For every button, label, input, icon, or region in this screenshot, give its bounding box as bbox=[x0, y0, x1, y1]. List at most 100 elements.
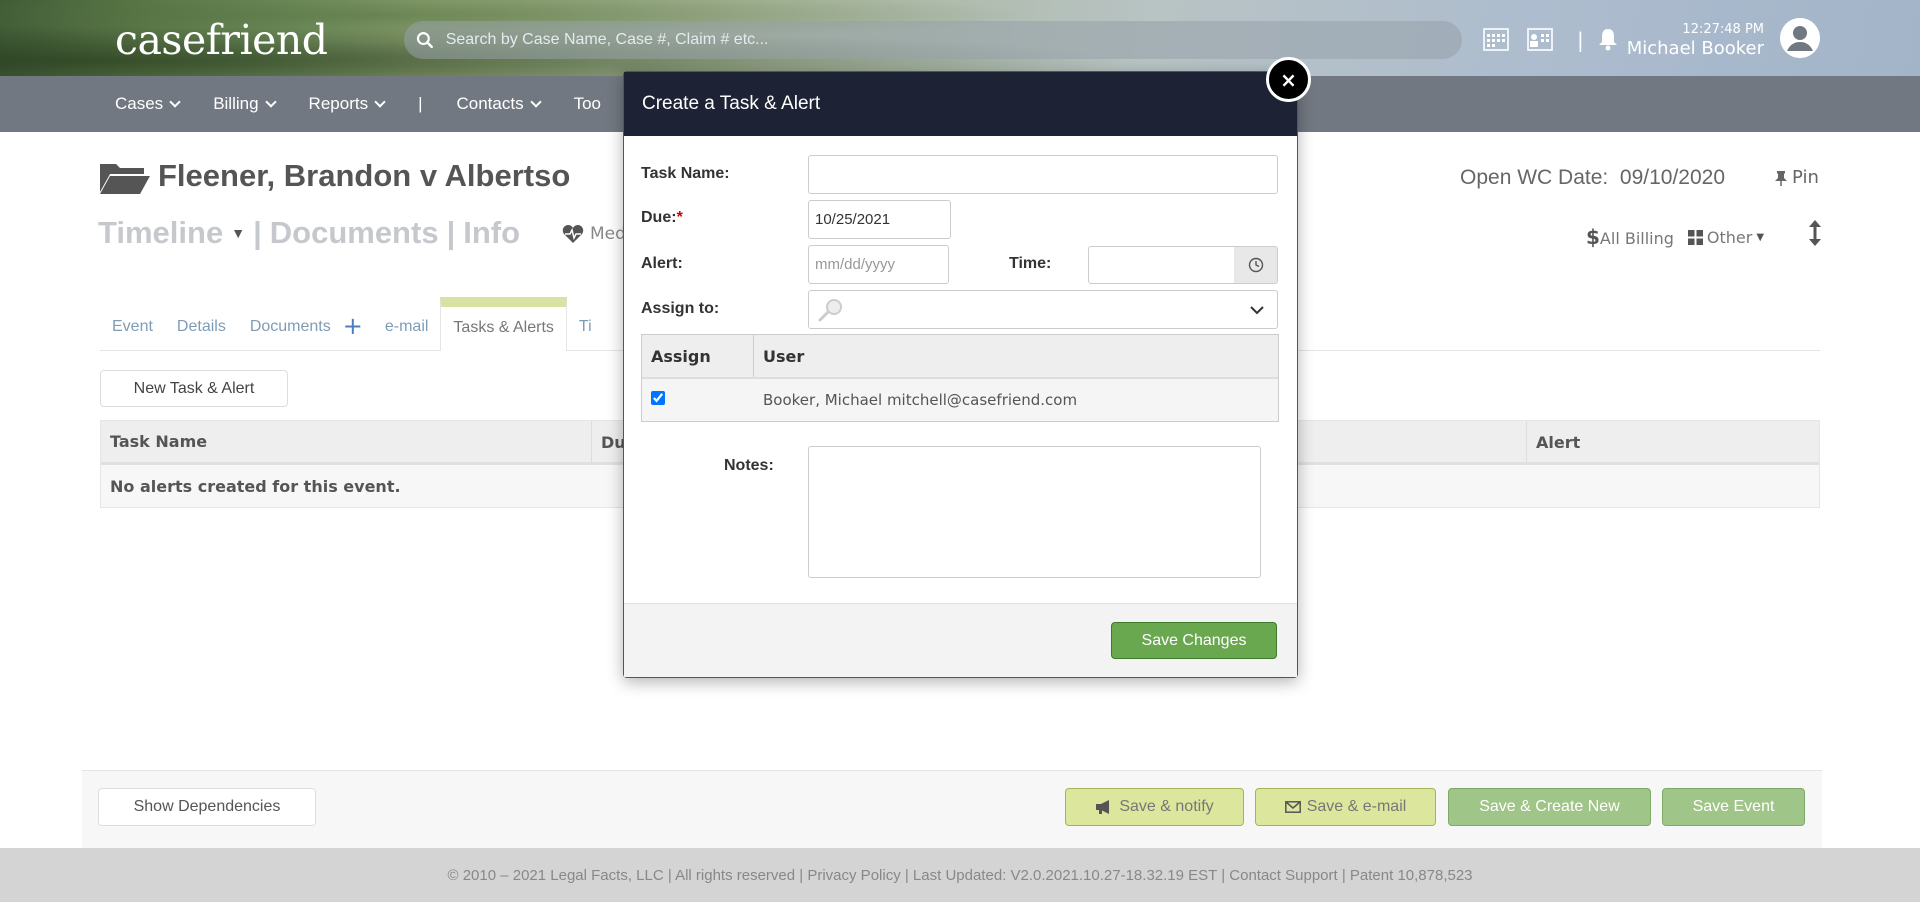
nav-cases-label: Cases bbox=[115, 94, 164, 113]
task-name-label: Task Name: bbox=[641, 165, 730, 182]
calendar-icon[interactable] bbox=[1482, 26, 1510, 52]
all-billing-label: All Billing bbox=[1599, 229, 1674, 248]
bullhorn-icon bbox=[1096, 800, 1110, 814]
top-header: casefriend | 12:27:48 PM Michael Booker bbox=[0, 0, 1920, 76]
save-event-button[interactable]: Save Event bbox=[1662, 788, 1805, 826]
vertical-arrows-icon[interactable] bbox=[1808, 220, 1822, 246]
open-wc-date: Open WC Date: 09/10/2020 bbox=[1460, 166, 1725, 190]
save-create-new-button[interactable]: Save & Create New bbox=[1448, 788, 1651, 826]
tab-tasks-alerts[interactable]: Tasks & Alerts bbox=[440, 297, 567, 351]
heartbeat-icon bbox=[562, 225, 584, 243]
subnav-separator: | bbox=[446, 215, 456, 250]
tab-ti[interactable]: Ti bbox=[567, 318, 604, 350]
global-search[interactable] bbox=[404, 21, 1462, 59]
nav-separator: | bbox=[418, 94, 422, 114]
caret-down-icon: ▼ bbox=[1756, 231, 1765, 243]
nav-contacts-label: Contacts bbox=[456, 94, 524, 113]
nav-tools[interactable]: Too bbox=[574, 94, 601, 114]
timeline-link[interactable]: Timeline bbox=[98, 215, 223, 251]
caret-down-icon[interactable]: ▼ bbox=[231, 225, 245, 241]
col-due[interactable]: Du bbox=[591, 421, 626, 465]
header-separator: | bbox=[1577, 28, 1584, 52]
search-icon bbox=[416, 32, 433, 49]
users-table-header: Assign User bbox=[642, 335, 1278, 379]
col-assign: Assign bbox=[642, 335, 754, 377]
show-dependencies-button[interactable]: Show Dependencies bbox=[98, 788, 316, 826]
subnav-separator: | bbox=[253, 215, 262, 250]
assign-to-select[interactable] bbox=[808, 290, 1278, 329]
clock-icon[interactable] bbox=[1234, 246, 1278, 284]
add-document-icon[interactable]: + bbox=[343, 312, 373, 350]
modal-title: Create a Task & Alert bbox=[624, 72, 1297, 136]
nav-reports[interactable]: Reports bbox=[308, 94, 386, 114]
alert-date-input[interactable] bbox=[808, 245, 949, 284]
documents-link[interactable]: Documents bbox=[270, 215, 439, 251]
all-billing-link[interactable]: $All Billing bbox=[1586, 225, 1674, 249]
avatar-icon[interactable] bbox=[1780, 18, 1820, 58]
tab-event[interactable]: Event bbox=[100, 318, 165, 350]
assign-cell bbox=[642, 379, 754, 421]
clock-glyph bbox=[1248, 257, 1263, 273]
assign-users-table: Assign User Booker, Michael mitchell@cas… bbox=[641, 334, 1279, 422]
nav-billing[interactable]: Billing bbox=[213, 94, 277, 114]
open-wc-value: 09/10/2020 bbox=[1619, 166, 1726, 189]
chevron-down-icon bbox=[169, 96, 181, 108]
save-notify-label: Save & notify bbox=[1119, 798, 1214, 815]
due-label-text: Due: bbox=[641, 209, 677, 226]
required-marker: * bbox=[676, 209, 683, 226]
close-icon[interactable]: × bbox=[1266, 57, 1311, 102]
col-task-name[interactable]: Task Name bbox=[110, 432, 207, 451]
tab-email[interactable]: e-mail bbox=[373, 318, 441, 350]
medical-link[interactable]: Med bbox=[562, 224, 626, 244]
task-name-input[interactable] bbox=[808, 155, 1278, 194]
pin-button[interactable]: Pin bbox=[1774, 167, 1819, 188]
new-task-alert-button[interactable]: New Task & Alert bbox=[100, 370, 288, 407]
chevron-down-icon bbox=[1250, 306, 1264, 315]
chevron-down-icon bbox=[529, 96, 542, 108]
pin-icon bbox=[1775, 170, 1787, 186]
tab-documents[interactable]: Documents bbox=[238, 318, 343, 350]
copyright-footer: © 2010 – 2021 Legal Facts, LLC | All rig… bbox=[0, 848, 1920, 902]
search-input[interactable] bbox=[433, 31, 1462, 49]
other-label: Other bbox=[1706, 227, 1753, 247]
alert-label: Alert: bbox=[641, 255, 683, 272]
due-date-input[interactable] bbox=[808, 200, 951, 239]
folder-open-icon bbox=[100, 164, 150, 194]
save-email-button[interactable]: Save & e-mail bbox=[1255, 788, 1436, 826]
info-link[interactable]: Info bbox=[463, 215, 520, 251]
casefriend-logo[interactable]: casefriend bbox=[115, 16, 328, 64]
other-dropdown[interactable]: Other ▼ bbox=[1687, 227, 1765, 247]
header-username[interactable]: Michael Booker bbox=[1600, 38, 1764, 59]
nav-cases[interactable]: Cases bbox=[115, 94, 181, 114]
nav-contacts[interactable]: Contacts bbox=[456, 94, 542, 114]
header-clock: 12:27:48 PM bbox=[1682, 22, 1764, 37]
billing-links: $All Billing Other ▼ bbox=[1586, 225, 1764, 249]
user-cell: Booker, Michael mitchell@casefriend.com bbox=[763, 391, 1078, 409]
pin-label: Pin bbox=[1792, 167, 1819, 188]
col-alert[interactable]: Alert bbox=[1526, 421, 1580, 465]
grid-icon bbox=[1687, 229, 1703, 245]
chevron-down-icon bbox=[374, 96, 386, 108]
nav-billing-label: Billing bbox=[213, 94, 259, 113]
notes-label: Notes: bbox=[724, 457, 774, 474]
assign-checkbox[interactable] bbox=[651, 391, 665, 405]
save-notify-button[interactable]: Save & notify bbox=[1065, 788, 1244, 826]
save-email-label: Save & e-mail bbox=[1306, 798, 1407, 815]
user-calendar-icon[interactable] bbox=[1526, 26, 1554, 52]
med-label: Med bbox=[590, 224, 626, 244]
time-label: Time: bbox=[1009, 255, 1052, 272]
time-input[interactable] bbox=[1088, 246, 1235, 284]
save-changes-button[interactable]: Save Changes bbox=[1111, 622, 1277, 659]
nav-tools-label: Too bbox=[573, 94, 602, 113]
open-wc-label: Open WC Date: bbox=[1460, 166, 1609, 189]
magnifier-icon bbox=[818, 299, 842, 322]
table-row: Booker, Michael mitchell@casefriend.com bbox=[642, 379, 1278, 421]
case-subnav: Timeline ▼ | Documents | Info bbox=[98, 215, 520, 251]
due-label: Due:* bbox=[641, 209, 683, 227]
nav-reports-label: Reports bbox=[308, 94, 369, 113]
assign-to-label: Assign to: bbox=[641, 300, 720, 317]
nav-separator-label: | bbox=[418, 94, 423, 113]
notes-textarea[interactable] bbox=[808, 446, 1261, 578]
tab-details[interactable]: Details bbox=[165, 318, 238, 350]
case-title: Fleener, Brandon v Albertso bbox=[158, 158, 571, 193]
